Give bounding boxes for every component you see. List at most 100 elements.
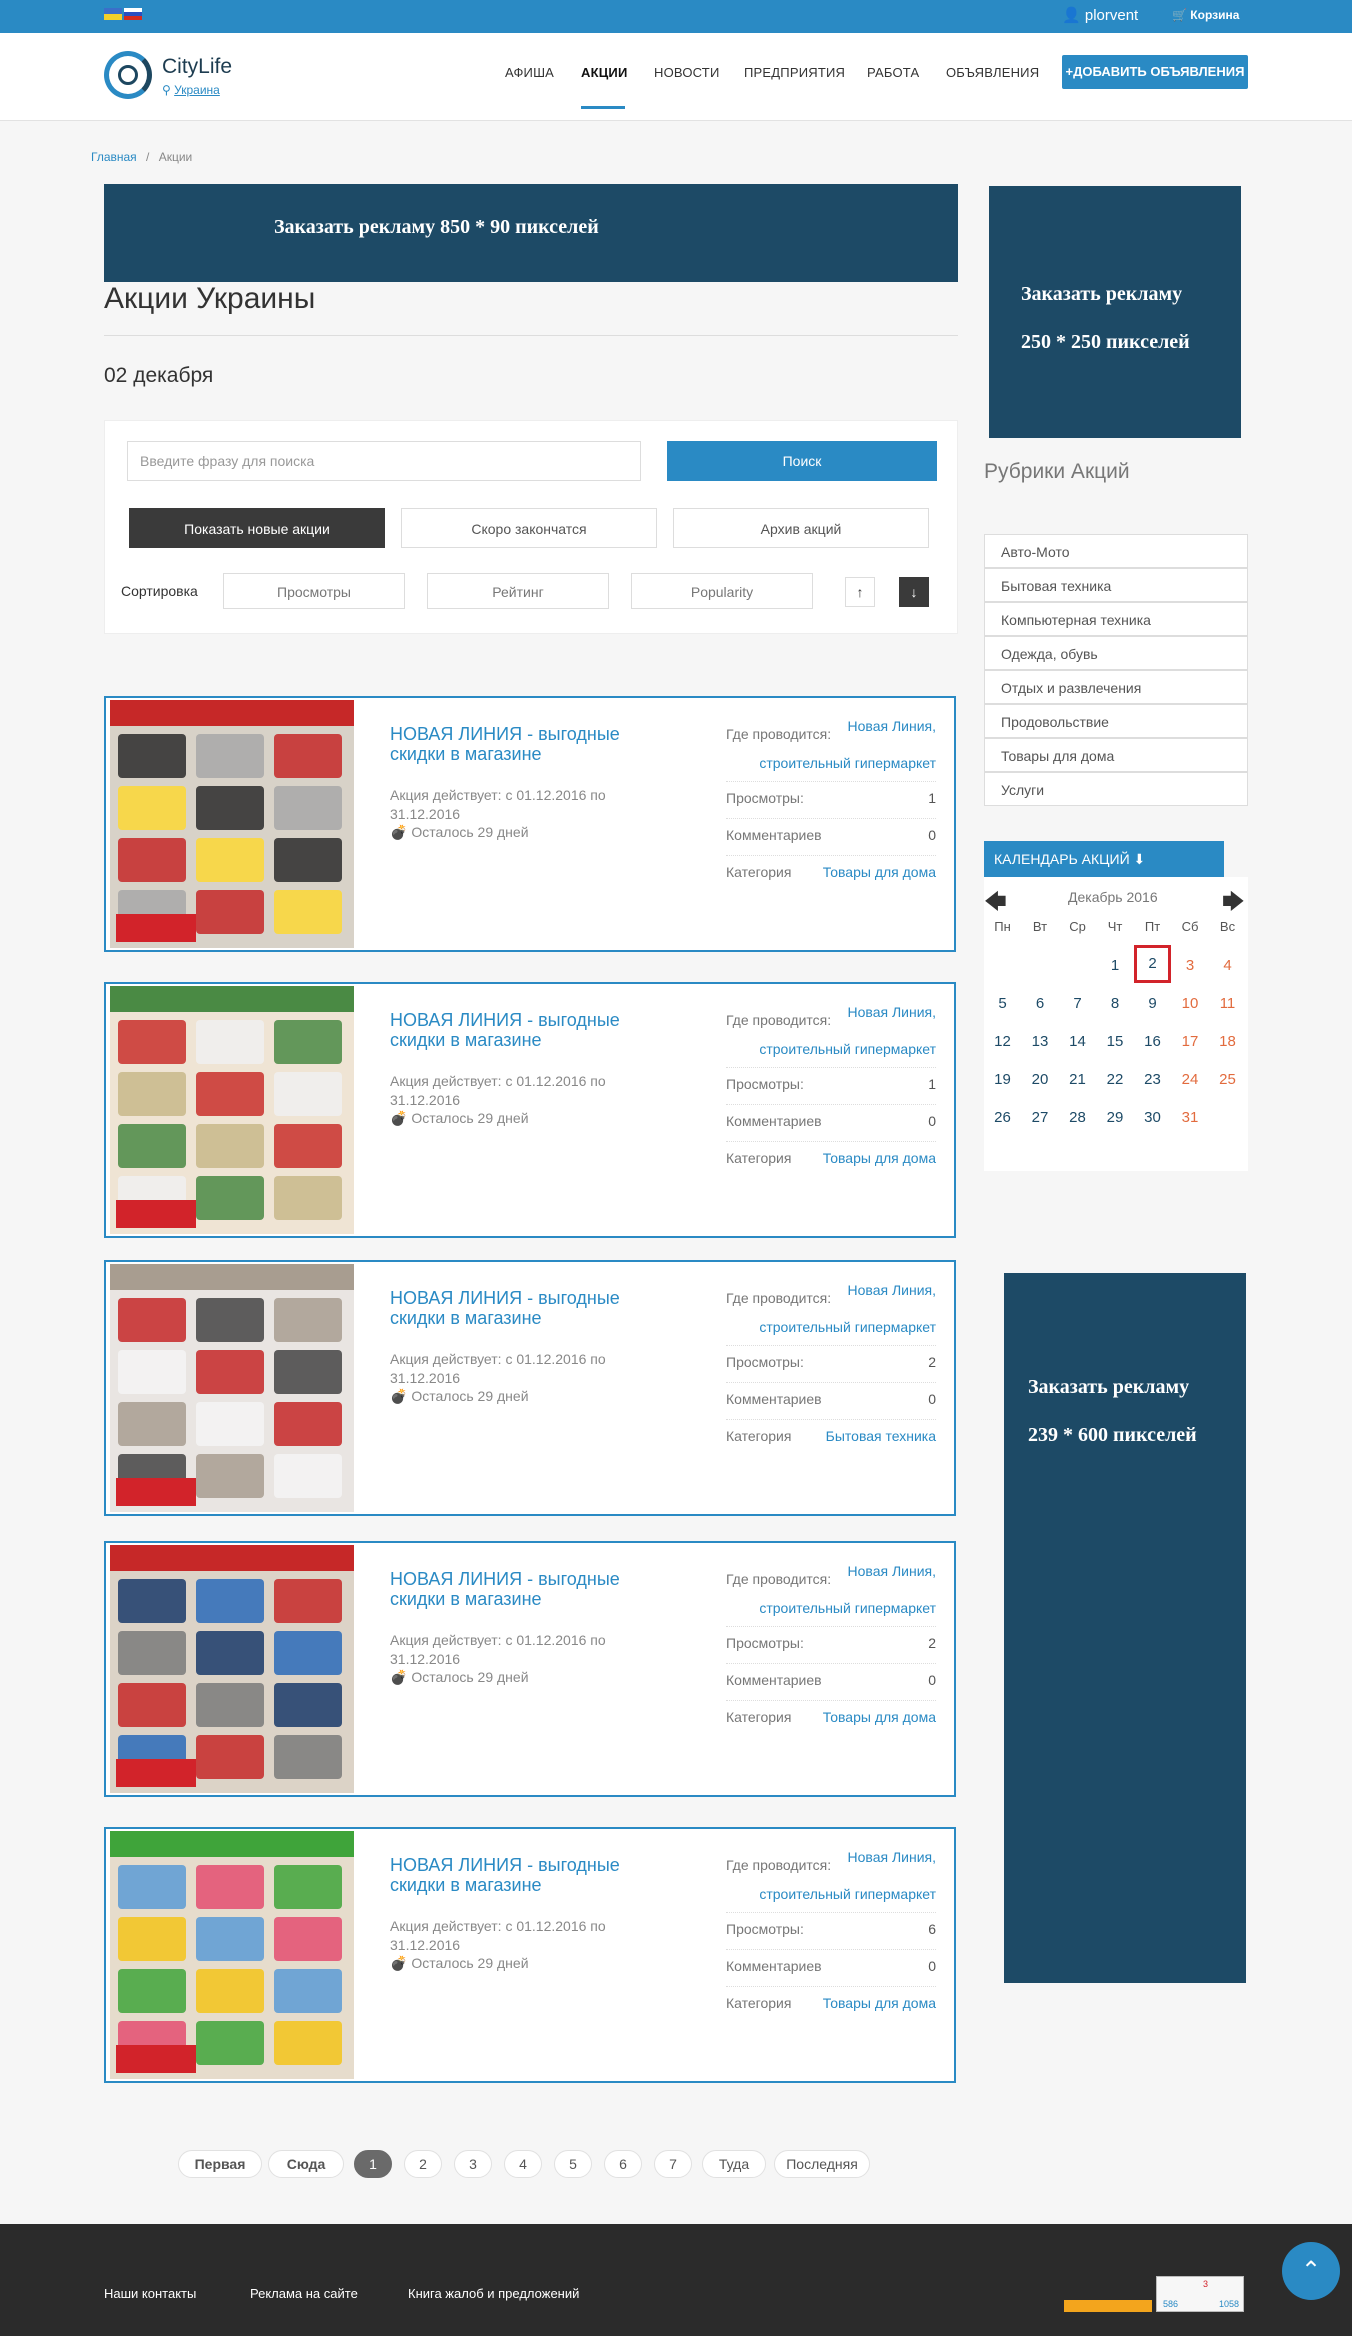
rubric-item[interactable]: Услуги bbox=[984, 772, 1248, 806]
add-ad-button[interactable]: +ДОБАВИТЬ ОБЪЯВЛЕНИЯ bbox=[1062, 55, 1248, 89]
page-4-button[interactable]: 4 bbox=[504, 2150, 542, 2178]
page-next-button[interactable]: Туда bbox=[702, 2150, 766, 2178]
flag-ukraine-icon[interactable] bbox=[104, 8, 122, 20]
promo-title[interactable]: НОВАЯ ЛИНИЯ - выгодные скидки в магазине bbox=[390, 1569, 650, 1609]
calendar-day[interactable]: 29 bbox=[1097, 1109, 1134, 1126]
calendar-day[interactable]: 13 bbox=[1022, 1033, 1059, 1050]
calendar-day[interactable]: 24 bbox=[1172, 1071, 1209, 1088]
page-2-button[interactable]: 2 bbox=[404, 2150, 442, 2178]
promo-title[interactable]: НОВАЯ ЛИНИЯ - выгодные скидки в магазине bbox=[390, 1010, 650, 1050]
promo-store-type[interactable]: строительный гипермаркет bbox=[759, 755, 936, 771]
promo-card-5[interactable]: НОВАЯ ЛИНИЯ - выгодные скидки в магазине… bbox=[104, 1827, 956, 2083]
promo-store-type[interactable]: строительный гипермаркет bbox=[759, 1600, 936, 1616]
scroll-to-top-icon[interactable]: ⌃ bbox=[1282, 2242, 1340, 2300]
breadcrumb-home[interactable]: Главная bbox=[91, 150, 137, 164]
promo-store-type[interactable]: строительный гипермаркет bbox=[759, 1041, 936, 1057]
rubric-item[interactable]: Товары для дома bbox=[984, 738, 1248, 772]
calendar-day[interactable]: 22 bbox=[1097, 1071, 1134, 1088]
promo-store-type[interactable]: строительный гипермаркет bbox=[759, 1886, 936, 1902]
search-button[interactable]: Поиск bbox=[667, 441, 937, 481]
promo-category-link[interactable]: Товары для дома bbox=[823, 1709, 936, 1725]
ad-banner-top[interactable]: Заказать рекламу 850 * 90 пикселей bbox=[104, 184, 958, 282]
page-prev-button[interactable]: Сюда bbox=[268, 2150, 344, 2178]
calendar-day[interactable]: 20 bbox=[1022, 1071, 1059, 1088]
rubric-item[interactable]: Отдых и развлечения bbox=[984, 670, 1248, 704]
rubric-item[interactable]: Одежда, обувь bbox=[984, 636, 1248, 670]
calendar-day[interactable]: 8 bbox=[1097, 995, 1134, 1012]
rubric-item[interactable]: Авто-Мото bbox=[984, 534, 1248, 568]
calendar-day[interactable]: 28 bbox=[1059, 1109, 1096, 1126]
promo-card-2[interactable]: НОВАЯ ЛИНИЯ - выгодные скидки в магазине… bbox=[104, 982, 956, 1238]
region-selector[interactable]: ⚲ Украина bbox=[162, 83, 220, 97]
promo-category-link[interactable]: Товары для дома bbox=[823, 864, 936, 880]
promo-title[interactable]: НОВАЯ ЛИНИЯ - выгодные скидки в магазине bbox=[390, 1288, 650, 1328]
nav-afisha[interactable]: АФИША bbox=[505, 65, 554, 80]
page-3-button[interactable]: 3 bbox=[454, 2150, 492, 2178]
promo-flyer-image[interactable] bbox=[110, 1831, 354, 2079]
calendar-day[interactable]: 11 bbox=[1209, 995, 1246, 1012]
page-last-button[interactable]: Последняя bbox=[774, 2150, 870, 2178]
calendar-day[interactable]: 17 bbox=[1172, 1033, 1209, 1050]
calendar-day[interactable]: 6 bbox=[1022, 995, 1059, 1012]
search-input[interactable] bbox=[127, 441, 641, 481]
rubric-item[interactable]: Продовольствие bbox=[984, 704, 1248, 738]
ad-banner-sidebar-250[interactable]: Заказать рекламу 250 * 250 пикселей bbox=[989, 186, 1241, 438]
promo-category-link[interactable]: Бытовая техника bbox=[826, 1428, 936, 1444]
calendar-day[interactable]: 14 bbox=[1059, 1033, 1096, 1050]
sort-rating-button[interactable]: Рейтинг bbox=[427, 573, 609, 609]
calendar-day[interactable]: 19 bbox=[984, 1071, 1021, 1088]
promo-store-name[interactable]: Новая Линия, bbox=[848, 1849, 936, 1865]
calendar-day[interactable]: 23 bbox=[1134, 1071, 1171, 1088]
promo-store-name[interactable]: Новая Линия, bbox=[848, 1004, 936, 1020]
calendar-day[interactable]: 2 bbox=[1134, 945, 1171, 983]
promo-store-type[interactable]: строительный гипермаркет bbox=[759, 1319, 936, 1335]
promo-title[interactable]: НОВАЯ ЛИНИЯ - выгодные скидки в магазине bbox=[390, 724, 650, 764]
ad-banner-sidebar-239[interactable]: Заказать рекламу 239 * 600 пикселей bbox=[1004, 1273, 1246, 1983]
promo-card-4[interactable]: НОВАЯ ЛИНИЯ - выгодные скидки в магазине… bbox=[104, 1541, 956, 1797]
calendar-day[interactable]: 12 bbox=[984, 1033, 1021, 1050]
footer-advertising-link[interactable]: Реклама на сайте bbox=[250, 2286, 358, 2301]
promo-flyer-image[interactable] bbox=[110, 700, 354, 948]
user-link[interactable]: 👤 plorvent bbox=[1062, 6, 1138, 24]
promo-flyer-image[interactable] bbox=[110, 1264, 354, 1512]
calendar-day[interactable]: 25 bbox=[1209, 1071, 1246, 1088]
nav-obyavleniya[interactable]: ОБЪЯВЛЕНИЯ bbox=[946, 65, 1039, 80]
promo-store-name[interactable]: Новая Линия, bbox=[848, 1282, 936, 1298]
calendar-prev-icon[interactable]: 🡄 bbox=[984, 885, 1007, 923]
nav-novosti[interactable]: НОВОСТИ bbox=[654, 65, 720, 80]
promo-category-link[interactable]: Товары для дома bbox=[823, 1995, 936, 2011]
calendar-day[interactable]: 1 bbox=[1097, 957, 1134, 974]
nav-predpriyatiya[interactable]: ПРЕДПРИЯТИЯ bbox=[744, 65, 845, 80]
calendar-day[interactable]: 21 bbox=[1059, 1071, 1096, 1088]
tab-archive[interactable]: Архив акций bbox=[673, 508, 929, 548]
sort-descending-icon[interactable]: ↓ bbox=[899, 577, 929, 607]
promo-store-name[interactable]: Новая Линия, bbox=[848, 1563, 936, 1579]
calendar-day[interactable]: 7 bbox=[1059, 995, 1096, 1012]
page-5-button[interactable]: 5 bbox=[554, 2150, 592, 2178]
sort-views-button[interactable]: Просмотры bbox=[223, 573, 405, 609]
nav-akcii[interactable]: АКЦИИ bbox=[581, 65, 628, 80]
calendar-day[interactable]: 27 bbox=[1022, 1109, 1059, 1126]
calendar-day[interactable]: 3 bbox=[1172, 957, 1209, 974]
calendar-button[interactable]: КАЛЕНДАРЬ АКЦИЙ ⬇ bbox=[984, 841, 1224, 877]
cart-link[interactable]: 🛒 Корзина bbox=[1172, 8, 1239, 22]
rubric-item[interactable]: Бытовая техника bbox=[984, 568, 1248, 602]
page-6-button[interactable]: 6 bbox=[604, 2150, 642, 2178]
footer-complaints-link[interactable]: Книга жалоб и предложений bbox=[408, 2286, 579, 2301]
page-first-button[interactable]: Первая bbox=[178, 2150, 262, 2178]
nav-rabota[interactable]: РАБОТА bbox=[867, 65, 919, 80]
calendar-day[interactable]: 15 bbox=[1097, 1033, 1134, 1050]
promo-title[interactable]: НОВАЯ ЛИНИЯ - выгодные скидки в магазине bbox=[390, 1855, 650, 1895]
calendar-day[interactable]: 9 bbox=[1134, 995, 1171, 1012]
flag-russia-icon[interactable] bbox=[124, 8, 142, 20]
sort-ascending-icon[interactable]: ↑ bbox=[845, 577, 875, 607]
promo-card-1[interactable]: НОВАЯ ЛИНИЯ - выгодные скидки в магазине… bbox=[104, 696, 956, 952]
promo-category-link[interactable]: Товары для дома bbox=[823, 1150, 936, 1166]
stats-counter-badge[interactable] bbox=[1064, 2300, 1152, 2312]
sort-popularity-button[interactable]: Popularity bbox=[631, 573, 813, 609]
promo-flyer-image[interactable] bbox=[110, 986, 354, 1234]
calendar-day[interactable]: 5 bbox=[984, 995, 1021, 1012]
stats-counter-widget[interactable]: 3 586 1058 bbox=[1156, 2276, 1244, 2312]
page-7-button[interactable]: 7 bbox=[654, 2150, 692, 2178]
calendar-day[interactable]: 4 bbox=[1209, 957, 1246, 974]
